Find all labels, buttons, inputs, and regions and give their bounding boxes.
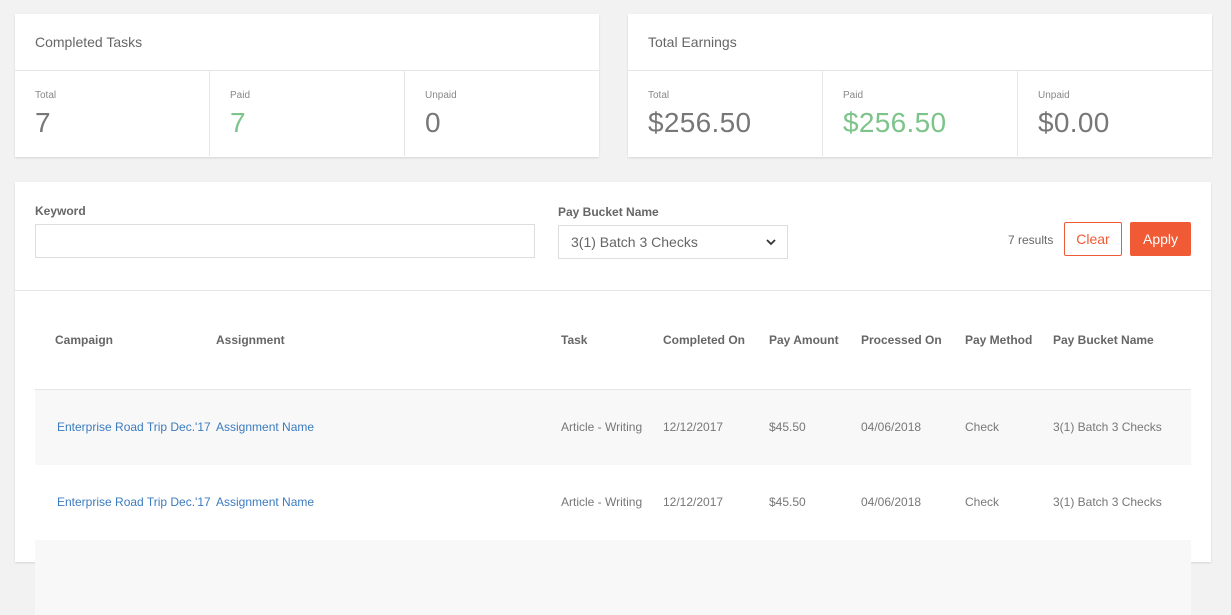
stat-paid-earnings: Paid $256.50	[823, 71, 1018, 156]
pay-bucket-select[interactable]: 3(1) Batch 3 Checks	[558, 225, 788, 259]
header-pay-method[interactable]: Pay Method	[965, 332, 1053, 349]
stat-value: $256.50	[843, 107, 947, 138]
table-header: Campaign Assignment Task Completed On Pa…	[35, 291, 1191, 390]
keyword-input[interactable]	[35, 224, 535, 258]
table-row: Enterprise Road Trip Dec.'17 Assignment …	[35, 465, 1191, 540]
clear-button[interactable]: Clear	[1064, 222, 1122, 256]
processed-on-cell: 04/06/2018	[861, 495, 922, 509]
task-cell: Article - Writing	[561, 420, 643, 434]
stat-unpaid-earnings: Unpaid $0.00	[1018, 71, 1212, 156]
filter-bar: Keyword Pay Bucket Name 3(1) Batch 3 Che…	[15, 182, 1211, 291]
pay-bucket-cell: 3(1) Batch 3 Checks	[1053, 420, 1162, 434]
stat-value: 0	[425, 107, 441, 138]
header-pay-amount[interactable]: Pay Amount	[769, 332, 861, 349]
stat-paid-tasks: Paid 7	[210, 71, 405, 156]
apply-button[interactable]: Apply	[1130, 222, 1191, 256]
stat-value: 7	[35, 107, 51, 138]
table-row: Enterprise Road Trip Dec.'17 Assignment …	[35, 390, 1191, 465]
completed-on-cell: 12/12/2017	[663, 420, 724, 434]
card-title: Total Earnings	[628, 14, 1212, 71]
keyword-label: Keyword	[35, 204, 86, 218]
completed-on-cell: 12/12/2017	[663, 495, 724, 509]
stat-label: Total	[648, 90, 670, 101]
pay-bucket-cell: 3(1) Batch 3 Checks	[1053, 495, 1162, 509]
pay-method-cell: Check	[965, 420, 1000, 434]
task-cell: Article - Writing	[561, 495, 643, 509]
stat-total-tasks: Total 7	[15, 71, 210, 156]
stat-label: Unpaid	[425, 90, 457, 101]
pay-method-cell: Check	[965, 495, 1000, 509]
campaign-link[interactable]: Enterprise Road Trip Dec.'17	[35, 419, 216, 436]
header-task[interactable]: Task	[561, 332, 663, 349]
pay-amount-cell: $45.50	[769, 420, 806, 434]
stat-unpaid-tasks: Unpaid 0	[405, 71, 599, 156]
header-completed-on[interactable]: Completed On	[663, 332, 769, 349]
stat-total-earnings: Total $256.50	[628, 71, 823, 156]
results-panel: Keyword Pay Bucket Name 3(1) Batch 3 Che…	[15, 182, 1211, 615]
pay-bucket-label: Pay Bucket Name	[558, 205, 659, 219]
total-earnings-card: Total Earnings Total $256.50 Paid $256.5…	[628, 14, 1212, 157]
stat-label: Unpaid	[1038, 90, 1070, 101]
stat-label: Paid	[843, 90, 864, 101]
results-count: 7 results	[1008, 233, 1054, 247]
stat-label: Paid	[230, 90, 251, 101]
header-pay-bucket-name[interactable]: Pay Bucket Name	[1053, 332, 1191, 349]
stat-value: $256.50	[648, 107, 752, 138]
header-assignment[interactable]: Assignment	[216, 332, 561, 349]
pay-bucket-selected-value: 3(1) Batch 3 Checks	[571, 234, 698, 250]
chevron-down-icon	[766, 239, 776, 246]
card-title: Completed Tasks	[15, 14, 599, 71]
processed-on-cell: 04/06/2018	[861, 420, 922, 434]
completed-tasks-card: Completed Tasks Total 7 Paid 7 Unpaid 0	[15, 14, 599, 157]
stat-value: $0.00	[1038, 107, 1110, 138]
campaign-link[interactable]: Enterprise Road Trip Dec.'17	[35, 494, 216, 511]
stat-value: 7	[230, 107, 246, 138]
header-campaign[interactable]: Campaign	[35, 332, 216, 349]
results-table: Campaign Assignment Task Completed On Pa…	[35, 291, 1191, 615]
header-processed-on[interactable]: Processed On	[861, 332, 965, 349]
assignment-link[interactable]: Assignment Name	[216, 494, 561, 511]
pay-amount-cell: $45.50	[769, 495, 806, 509]
table-row-partial	[35, 540, 1191, 615]
stat-label: Total	[35, 90, 57, 101]
assignment-link[interactable]: Assignment Name	[216, 419, 561, 436]
